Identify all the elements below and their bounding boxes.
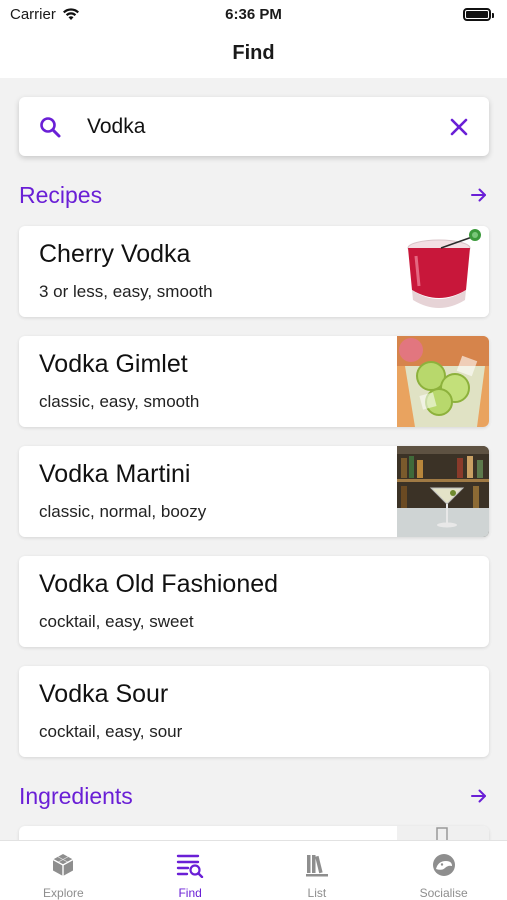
books-icon [303, 851, 331, 879]
recipe-tags: classic, normal, boozy [39, 502, 207, 521]
cube-icon [49, 851, 77, 879]
search-icon [37, 114, 63, 140]
recipe-title: Vodka Old Fashioned [39, 570, 279, 598]
search-list-icon [176, 851, 204, 879]
recipes-section-header: Recipes [19, 180, 489, 210]
vodka-martini-image [397, 446, 489, 537]
search-bar [19, 97, 489, 156]
ingredients-section-header: Ingredients [19, 781, 489, 811]
tab-explore[interactable]: Explore [0, 841, 127, 900]
cherry-vodka-image [397, 226, 489, 317]
tab-socialise[interactable]: Socialise [380, 841, 507, 900]
vodka-gimlet-image [397, 336, 489, 427]
recipes-heading: Recipes [19, 181, 103, 208]
recipe-tags: cocktail, easy, sour [39, 722, 183, 741]
search-input[interactable] [87, 114, 447, 139]
recipe-card[interactable]: Cherry Vodka 3 or less, easy, smooth [19, 226, 489, 317]
tab-list[interactable]: List [254, 841, 381, 900]
tab-label: Socialise [419, 886, 468, 900]
recipe-card[interactable]: Vodka Martini classic, normal, boozy [19, 446, 489, 537]
battery-icon [463, 7, 494, 21]
recipe-title: Vodka Sour [39, 680, 169, 708]
carrier-group: Carrier [10, 6, 80, 23]
carrier-label: Carrier [10, 5, 56, 23]
recipe-title: Vodka Martini [39, 460, 191, 488]
wifi-icon [62, 8, 79, 20]
arrow-right-icon[interactable] [469, 185, 489, 205]
tab-find[interactable]: Find [127, 841, 254, 900]
status-bar: Carrier 6:36 PM [0, 0, 507, 28]
recipe-tags: classic, easy, smooth [39, 392, 200, 411]
nav-bar: Find [0, 28, 507, 78]
ingredients-heading: Ingredients [19, 782, 133, 809]
chat-icon [430, 851, 458, 879]
recipe-card[interactable]: Vodka Old Fashioned cocktail, easy, swee… [19, 556, 489, 647]
recipe-card[interactable]: Vodka Sour cocktail, easy, sour [19, 666, 489, 757]
tab-label: Find [178, 886, 202, 900]
recipe-title: Vodka Gimlet [39, 350, 188, 378]
tab-label: List [307, 886, 327, 900]
arrow-right-icon[interactable] [469, 786, 489, 806]
close-icon[interactable] [447, 115, 471, 139]
recipe-title: Cherry Vodka [39, 240, 191, 268]
page-title: Find [232, 41, 275, 64]
recipe-card[interactable]: Vodka Gimlet classic, easy, smooth [19, 336, 489, 427]
tab-label: Explore [43, 886, 84, 900]
tab-bar: Explore Find List Socialise [0, 840, 507, 900]
recipe-tags: cocktail, easy, sweet [39, 612, 194, 631]
recipe-tags: 3 or less, easy, smooth [39, 282, 213, 301]
